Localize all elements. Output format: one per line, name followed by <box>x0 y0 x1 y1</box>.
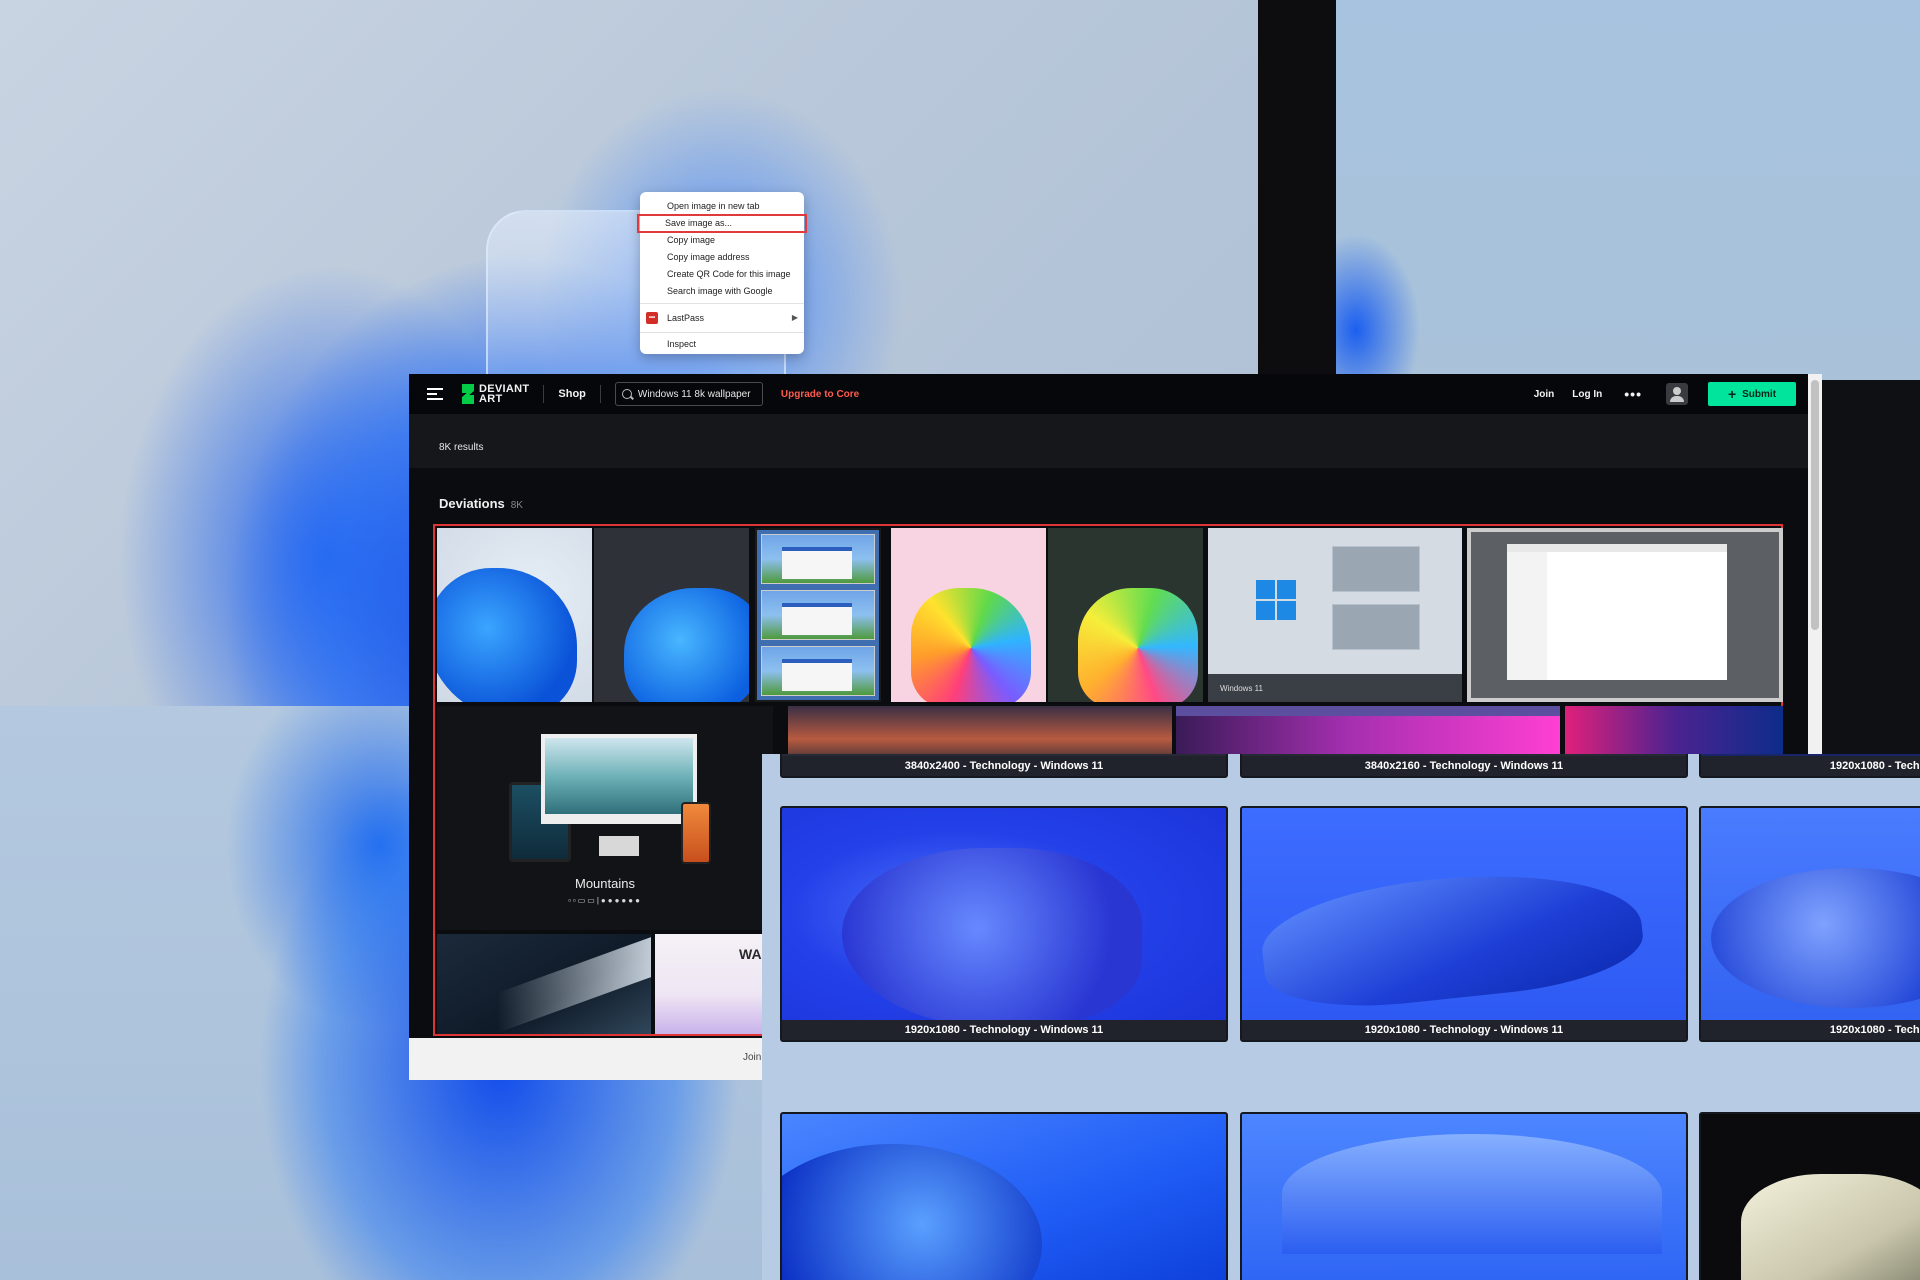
more-options-icon[interactable]: ••• <box>1624 387 1642 401</box>
rainbow-bloom-artwork <box>1078 588 1198 702</box>
upgrade-to-core-link[interactable]: Upgrade to Core <box>781 389 859 400</box>
search-icon <box>621 389 632 399</box>
deviation-thumbnail[interactable] <box>891 528 1046 702</box>
menu-item-search-image-google[interactable]: Search image with Google <box>640 283 804 300</box>
screenshot-window <box>761 590 875 640</box>
menu-item-lastpass[interactable]: ••• LastPass ▶ <box>640 307 804 329</box>
wallpaper-card[interactable]: 1920x1080 - Techno <box>1699 754 1920 778</box>
nav-divider <box>543 385 545 403</box>
mountains-caption: Mountains <box>575 876 635 891</box>
submit-button[interactable]: + Submit <box>1708 382 1796 406</box>
menu-item-lastpass-label: LastPass <box>667 313 705 323</box>
deviation-thumbnail[interactable] <box>437 934 651 1034</box>
menu-item-save-image-as[interactable]: Save image as... <box>637 214 807 233</box>
screenshot-window <box>761 646 875 696</box>
color-swatches: ▫▫▭▭|●●●●●● <box>568 896 642 905</box>
wallpaper-background-top-right <box>1336 0 1920 380</box>
deviantart-logo[interactable]: DEVIANT ART <box>461 384 529 405</box>
lastpass-icon: ••• <box>646 312 658 324</box>
logo-line-2: ART <box>479 393 503 405</box>
wallpaper-caption: 1920x1080 - Technology - Windows 11 <box>782 1020 1226 1040</box>
menu-separator <box>640 303 804 304</box>
wallpaper-gallery: 3840x2400 - Technology - Windows 11 3840… <box>762 754 1920 1280</box>
deviation-thumbnail[interactable] <box>437 528 592 702</box>
bloom-artwork <box>624 588 749 702</box>
deviation-thumbnail-mountains[interactable]: Mountains ▫▫▭▭|●●●●●● <box>437 706 773 930</box>
footer-join-link[interactable]: Join <box>743 1052 761 1063</box>
wallpaper-card[interactable] <box>1699 1112 1920 1280</box>
windows-logo-icon <box>1256 580 1296 620</box>
submenu-arrow-icon: ▶ <box>791 313 798 322</box>
context-menu: Open image in new tab Save image as... C… <box>637 192 807 354</box>
window-gap <box>1258 0 1336 380</box>
menu-item-open-image-new-tab[interactable]: Open image in new tab <box>640 198 804 215</box>
deviantart-top-nav: DEVIANT ART Shop Windows 11 8k wallpaper… <box>409 374 1808 414</box>
search-input[interactable]: Windows 11 8k wallpaper <box>614 382 763 406</box>
wallpaper-caption: 3840x2400 - Technology - Windows 11 <box>782 756 1226 776</box>
preview-pane <box>1332 546 1420 592</box>
monitor-stand <box>599 836 639 856</box>
results-count-bar: 8K results <box>409 414 1808 468</box>
wallpaper-caption: 1920x1080 - Techno <box>1701 1020 1920 1040</box>
section-heading: Deviations 8K <box>439 496 523 511</box>
screenshot-window <box>761 534 875 584</box>
windows-11-label: Windows 11 <box>1220 684 1263 693</box>
wallpaper-card[interactable] <box>780 1112 1228 1280</box>
wallpaper-card[interactable]: 3840x2400 - Technology - Windows 11 <box>780 754 1228 778</box>
scrollbar[interactable] <box>1808 374 1822 754</box>
menu-item-create-qr-code[interactable]: Create QR Code for this image <box>640 266 804 283</box>
wa-text: WA <box>739 946 762 962</box>
search-input-value: Windows 11 8k wallpaper <box>637 388 751 400</box>
deviantart-logo-text: DEVIANT ART <box>479 384 529 405</box>
preview-pane <box>1332 604 1420 650</box>
monitor-device <box>541 734 697 824</box>
submit-button-label: Submit <box>1742 388 1777 400</box>
wallpaper-card[interactable]: 1920x1080 - Techno <box>1699 806 1920 1042</box>
deviantart-logo-icon <box>461 384 475 404</box>
scrollbar-thumb[interactable] <box>1811 380 1819 630</box>
shop-link[interactable]: Shop <box>558 388 586 400</box>
wallpaper-card[interactable]: 1920x1080 - Technology - Windows 11 <box>780 806 1228 1042</box>
rainbow-bloom-artwork <box>911 588 1031 702</box>
menu-separator <box>640 332 804 333</box>
deviation-thumbnail[interactable]: Windows 11 <box>1208 528 1462 702</box>
nav-right-actions: Join Log In ••• + Submit <box>1516 382 1808 406</box>
deviation-thumbnail[interactable] <box>755 528 881 702</box>
phone-device <box>681 802 711 864</box>
wallpaper-card[interactable]: 3840x2160 - Technology - Windows 11 <box>1240 754 1688 778</box>
file-explorer-screenshot <box>1507 544 1727 680</box>
deviation-thumbnail[interactable] <box>594 528 749 702</box>
hamburger-menu-icon[interactable] <box>427 388 443 400</box>
section-title: Deviations <box>439 496 505 511</box>
menu-item-inspect[interactable]: Inspect <box>640 336 804 353</box>
menu-item-copy-image[interactable]: Copy image <box>640 232 804 249</box>
deviation-thumbnail[interactable]: WA <box>655 934 775 1034</box>
join-link[interactable]: Join <box>1534 389 1555 400</box>
nav-divider <box>599 385 601 403</box>
deviation-thumbnail[interactable] <box>1048 528 1203 702</box>
wallpaper-caption: 1920x1080 - Techno <box>1701 756 1920 776</box>
menu-item-copy-image-address[interactable]: Copy image address <box>640 249 804 266</box>
bloom-artwork <box>437 568 577 702</box>
avatar-icon[interactable] <box>1666 383 1688 405</box>
deviation-thumbnail[interactable] <box>1467 528 1783 702</box>
section-count: 8K <box>510 500 523 511</box>
wallpaper-card[interactable]: 1920x1080 - Technology - Windows 11 <box>1240 806 1688 1042</box>
results-count: 8K results <box>439 442 484 453</box>
wallpaper-caption: 1920x1080 - Technology - Windows 11 <box>1242 1020 1686 1040</box>
wallpaper-caption: 3840x2160 - Technology - Windows 11 <box>1242 756 1686 776</box>
login-link[interactable]: Log In <box>1572 389 1602 400</box>
plus-icon: + <box>1727 386 1737 402</box>
wallpaper-card[interactable] <box>1240 1112 1688 1280</box>
